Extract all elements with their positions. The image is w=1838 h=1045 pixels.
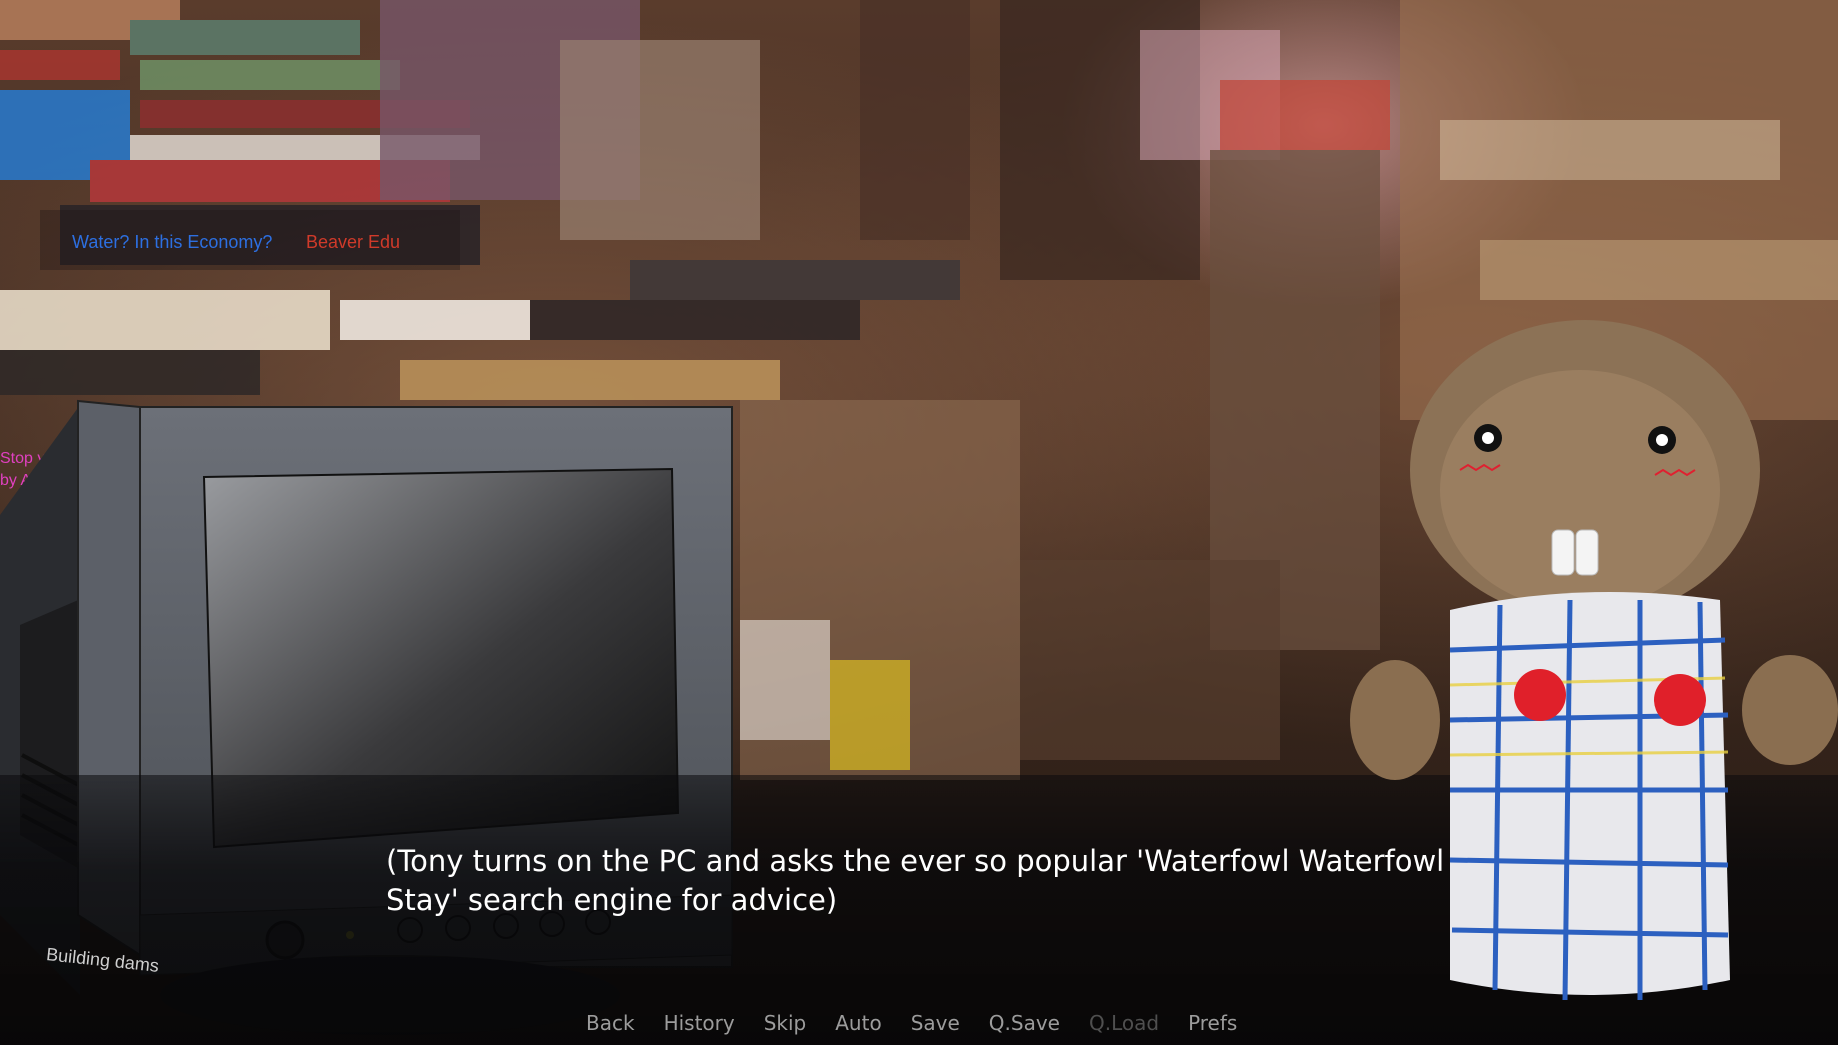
quick-save-button[interactable]: Q.Save <box>989 1011 1060 1035</box>
skip-button[interactable]: Skip <box>764 1011 807 1035</box>
game-scene[interactable]: Water? In this Economy? Beaver Edu Stop … <box>0 0 1838 1045</box>
history-button[interactable]: History <box>664 1011 735 1035</box>
save-button[interactable]: Save <box>911 1011 960 1035</box>
dialogue-text: (Tony turns on the PC and asks the ever … <box>386 844 1445 917</box>
poster-title: Water? In this Economy? <box>72 232 273 252</box>
prefs-button[interactable]: Prefs <box>1188 1011 1237 1035</box>
auto-button[interactable]: Auto <box>835 1011 881 1035</box>
quick-menu: Back History Skip Auto Save Q.Save Q.Loa… <box>586 1011 1266 1035</box>
back-button[interactable]: Back <box>586 1011 635 1035</box>
poster-brand: Beaver Edu <box>306 232 401 252</box>
quick-load-button[interactable]: Q.Load <box>1089 1011 1159 1035</box>
